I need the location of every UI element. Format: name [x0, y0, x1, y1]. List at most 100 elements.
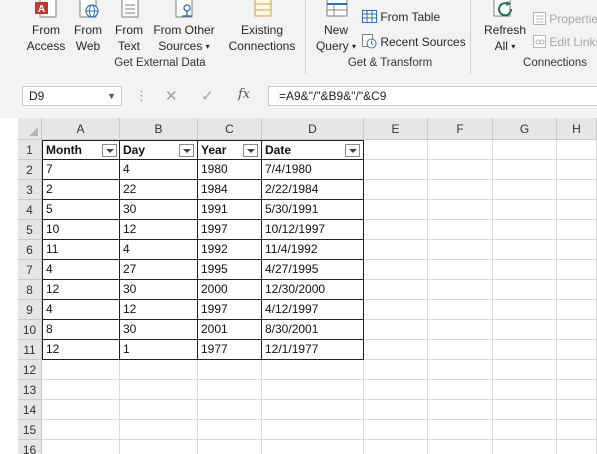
row-header[interactable]: 12 — [18, 360, 42, 380]
cell[interactable] — [364, 300, 428, 320]
row-header[interactable]: 11 — [18, 340, 42, 360]
cell[interactable] — [198, 400, 262, 420]
cell[interactable] — [364, 240, 428, 260]
row-header[interactable]: 15 — [18, 420, 42, 440]
table-cell[interactable]: 4 — [120, 160, 198, 180]
row-header[interactable]: 1 — [18, 140, 42, 160]
table-cell[interactable]: 7 — [42, 160, 120, 180]
cell[interactable] — [428, 200, 493, 220]
insert-function-icon[interactable]: fx — [238, 87, 250, 102]
cell[interactable] — [364, 220, 428, 240]
cell[interactable] — [428, 340, 493, 360]
cell[interactable] — [364, 260, 428, 280]
cell[interactable] — [428, 300, 493, 320]
table-cell[interactable]: 1980 — [198, 160, 262, 180]
from-web-button[interactable]: From Web — [72, 0, 104, 56]
row-header[interactable]: 10 — [18, 320, 42, 340]
table-cell[interactable]: 4 — [42, 300, 120, 320]
cell[interactable] — [493, 420, 557, 440]
cell[interactable] — [120, 420, 198, 440]
edit-links-button[interactable]: Edit Links — [533, 35, 597, 49]
table-cell[interactable]: 8 — [42, 320, 120, 340]
column-header-g[interactable]: G — [493, 118, 557, 140]
cell[interactable] — [493, 220, 557, 240]
from-access-button[interactable]: A From Access — [24, 0, 68, 56]
table-cell[interactable]: 2000 — [198, 280, 262, 300]
cell[interactable] — [428, 220, 493, 240]
cell[interactable] — [557, 360, 597, 380]
cell[interactable] — [428, 420, 493, 440]
table-cell[interactable]: 30 — [120, 200, 198, 220]
cell[interactable] — [493, 400, 557, 420]
table-cell[interactable]: 1991 — [198, 200, 262, 220]
cell[interactable] — [428, 440, 493, 454]
cell[interactable] — [428, 260, 493, 280]
cell[interactable] — [428, 160, 493, 180]
cell[interactable] — [364, 320, 428, 340]
cell[interactable] — [557, 400, 597, 420]
cancel-icon[interactable]: ✕ — [165, 87, 178, 105]
formula-input[interactable]: =A9&"/"&B9&"/"&C9 — [268, 86, 597, 106]
cell[interactable] — [120, 380, 198, 400]
table-cell[interactable]: 22 — [120, 180, 198, 200]
column-header-e[interactable]: E — [364, 118, 428, 140]
table-cell[interactable]: 5/30/1991 — [262, 200, 364, 220]
cell[interactable] — [557, 420, 597, 440]
cell[interactable] — [262, 380, 364, 400]
cell[interactable] — [557, 200, 597, 220]
cell[interactable] — [364, 180, 428, 200]
table-cell[interactable]: 4/12/1997 — [262, 300, 364, 320]
cell[interactable] — [120, 400, 198, 420]
row-header[interactable]: 13 — [18, 380, 42, 400]
column-header-d[interactable]: D — [262, 118, 364, 140]
cell[interactable] — [493, 320, 557, 340]
cell[interactable] — [42, 380, 120, 400]
cell[interactable] — [364, 200, 428, 220]
row-header[interactable]: 14 — [18, 400, 42, 420]
cell[interactable] — [493, 260, 557, 280]
cell[interactable] — [42, 420, 120, 440]
cell[interactable] — [364, 440, 428, 454]
table-cell[interactable]: 1997 — [198, 220, 262, 240]
table-cell[interactable]: 2/22/1984 — [262, 180, 364, 200]
cell[interactable] — [428, 360, 493, 380]
cell[interactable] — [42, 400, 120, 420]
from-other-sources-button[interactable]: From Other Sources ▾ — [151, 0, 217, 56]
cell[interactable] — [364, 380, 428, 400]
table-cell[interactable]: 1995 — [198, 260, 262, 280]
table-cell[interactable]: 4 — [120, 240, 198, 260]
cell[interactable] — [364, 420, 428, 440]
cell[interactable] — [364, 140, 428, 160]
cell[interactable] — [493, 360, 557, 380]
row-header[interactable]: 4 — [18, 200, 42, 220]
cell[interactable] — [493, 280, 557, 300]
table-header-cell[interactable]: Date — [262, 140, 364, 160]
cell[interactable] — [557, 220, 597, 240]
table-cell[interactable]: 1984 — [198, 180, 262, 200]
table-cell[interactable]: 12 — [42, 280, 120, 300]
from-table-button[interactable]: From Table — [362, 10, 440, 24]
cell[interactable] — [428, 400, 493, 420]
filter-dropdown-icon[interactable] — [102, 144, 117, 157]
cell[interactable] — [262, 400, 364, 420]
filter-dropdown-icon[interactable] — [179, 144, 194, 157]
cell[interactable] — [262, 440, 364, 454]
cell[interactable] — [364, 160, 428, 180]
cell[interactable] — [493, 240, 557, 260]
cell[interactable] — [428, 380, 493, 400]
cell[interactable] — [198, 360, 262, 380]
row-header[interactable]: 8 — [18, 280, 42, 300]
select-all-corner[interactable] — [18, 118, 42, 140]
cell[interactable] — [428, 240, 493, 260]
cell[interactable] — [557, 280, 597, 300]
cell[interactable] — [557, 300, 597, 320]
row-header[interactable]: 7 — [18, 260, 42, 280]
cell[interactable] — [428, 320, 493, 340]
table-cell[interactable]: 2001 — [198, 320, 262, 340]
cell[interactable] — [493, 180, 557, 200]
row-header[interactable]: 5 — [18, 220, 42, 240]
refresh-all-button[interactable]: Refresh All ▾ — [482, 0, 528, 56]
cell[interactable] — [262, 360, 364, 380]
cell[interactable] — [493, 140, 557, 160]
table-header-cell[interactable]: Month — [42, 140, 120, 160]
